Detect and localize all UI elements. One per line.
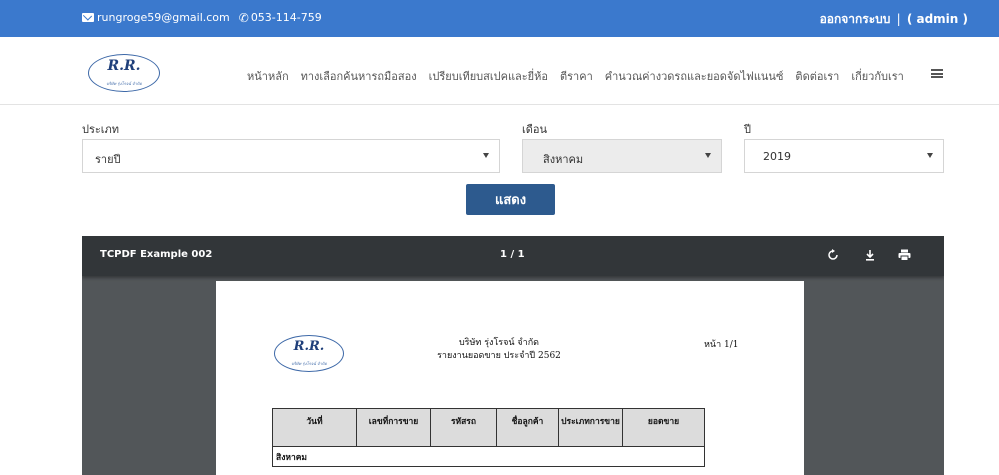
col-sale-number: เลขที่การขาย — [356, 408, 431, 447]
rotate-icon[interactable] — [826, 249, 840, 263]
company-logo[interactable]: R.R. บริษัท รุ่งโรจน์ จำกัด — [88, 54, 160, 92]
col-customer-name: ชื่อลูกค้า — [496, 408, 559, 447]
report-heading: บริษัท รุ่งโรจน์ จำกัด รายงานยอดขาย ประจ… — [434, 337, 564, 363]
type-select[interactable]: รายปี — [82, 139, 500, 173]
col-car-code: รหัสรถ — [430, 408, 497, 447]
pdf-page: R.R. บริษัท รุ่งโรจน์ จำกัด บริษัท รุ่งโ… — [216, 281, 804, 475]
col-sale-type: ประเภทการขาย — [558, 408, 623, 447]
table-row: สิงหาคม — [272, 446, 705, 467]
nav-item-compare-specs[interactable]: เปรียบเทียบสเปคและยี่ห้อ — [429, 67, 548, 85]
nav-item-about[interactable]: เกี่ยวกับเรา — [851, 67, 904, 85]
phone-icon: ✆ — [238, 10, 249, 25]
col-date: วันที่ — [272, 408, 357, 447]
print-icon[interactable] — [897, 249, 911, 263]
month-select[interactable]: สิงหาคม — [522, 139, 722, 173]
table-header-row: วันที่ เลขที่การขาย รหัสรถ ชื่อลูกค้า ปร… — [272, 408, 705, 447]
pdf-title: TCPDF Example 002 — [100, 249, 213, 260]
report-company: บริษัท รุ่งโรจน์ จำกัด — [458, 338, 540, 348]
pdf-viewer[interactable]: TCPDF Example 002 1 / 1 R.R. บริษัท รุ่ง… — [82, 236, 944, 475]
nav-menu: หน้าหลัก ทางเลือกค้นหารถมือสอง เปรียบเที… — [247, 67, 916, 85]
month-select-value: สิงหาคม — [543, 153, 584, 166]
report-subtitle: รายงานยอดขาย ประจำปี 2562 — [437, 351, 561, 361]
nav-item-finance-calculator[interactable]: คำนวณค่างวดรถและยอดจัดไฟแนนซ์ — [605, 67, 784, 85]
pdf-page-indicator: 1 / 1 — [500, 249, 525, 260]
sales-report-table: วันที่ เลขที่การขาย รหัสรถ ชื่อลูกค้า ปร… — [272, 408, 705, 467]
logo-subtitle: บริษัท รุ่งโรจน์ จำกัด — [106, 81, 142, 86]
year-select-value: 2019 — [763, 150, 791, 163]
month-label: เดือน — [522, 123, 548, 136]
contact-phone[interactable]: 053-114-759 — [251, 11, 322, 24]
main-navbar: R.R. บริษัท รุ่งโรจน์ จำกัด หน้าหลัก ทาง… — [0, 37, 999, 105]
type-label: ประเภท — [82, 123, 120, 136]
contact-info: rungroge59@gmail.com ✆ 053-114-759 — [82, 11, 322, 24]
nav-item-home[interactable]: หน้าหลัก — [247, 67, 289, 85]
type-select-value: รายปี — [95, 153, 121, 166]
chevron-down-icon — [927, 153, 933, 158]
current-user: ( admin ) — [906, 12, 968, 26]
logout-link[interactable]: ออกจากระบบ — [820, 12, 891, 26]
logout-separator: | — [896, 12, 901, 26]
logo-text: R.R. — [107, 58, 141, 74]
report-logo-text: R.R. — [293, 339, 325, 354]
year-label: ปี — [744, 123, 751, 136]
year-select[interactable]: 2019 — [744, 139, 944, 173]
pdf-toolbar: TCPDF Example 002 1 / 1 — [82, 236, 944, 276]
chevron-down-icon — [483, 153, 489, 158]
nav-item-used-car-search[interactable]: ทางเลือกค้นหารถมือสอง — [301, 67, 417, 85]
envelope-icon — [82, 13, 94, 22]
show-button[interactable]: แสดง — [466, 184, 555, 215]
report-logo: R.R. บริษัท รุ่งโรจน์ จำกัด — [274, 335, 344, 372]
nav-item-appraise[interactable]: ตีราคา — [560, 67, 593, 85]
hamburger-menu-icon[interactable] — [931, 69, 943, 78]
report-logo-subtitle: บริษัท รุ่งโรจน์ จำกัด — [291, 361, 327, 366]
group-row-month: สิงหาคม — [272, 446, 705, 467]
download-icon[interactable] — [863, 249, 877, 263]
chevron-down-icon — [705, 153, 711, 158]
report-page-number: หน้า 1/1 — [704, 340, 739, 350]
logout-area: ออกจากระบบ | ( admin ) — [820, 10, 968, 29]
col-sales-amount: ยอดขาย — [622, 408, 705, 447]
nav-item-contact[interactable]: ติดต่อเรา — [795, 67, 839, 85]
contact-email[interactable]: rungroge59@gmail.com — [97, 11, 230, 24]
top-contact-bar: rungroge59@gmail.com ✆ 053-114-759 ออกจา… — [0, 0, 999, 37]
